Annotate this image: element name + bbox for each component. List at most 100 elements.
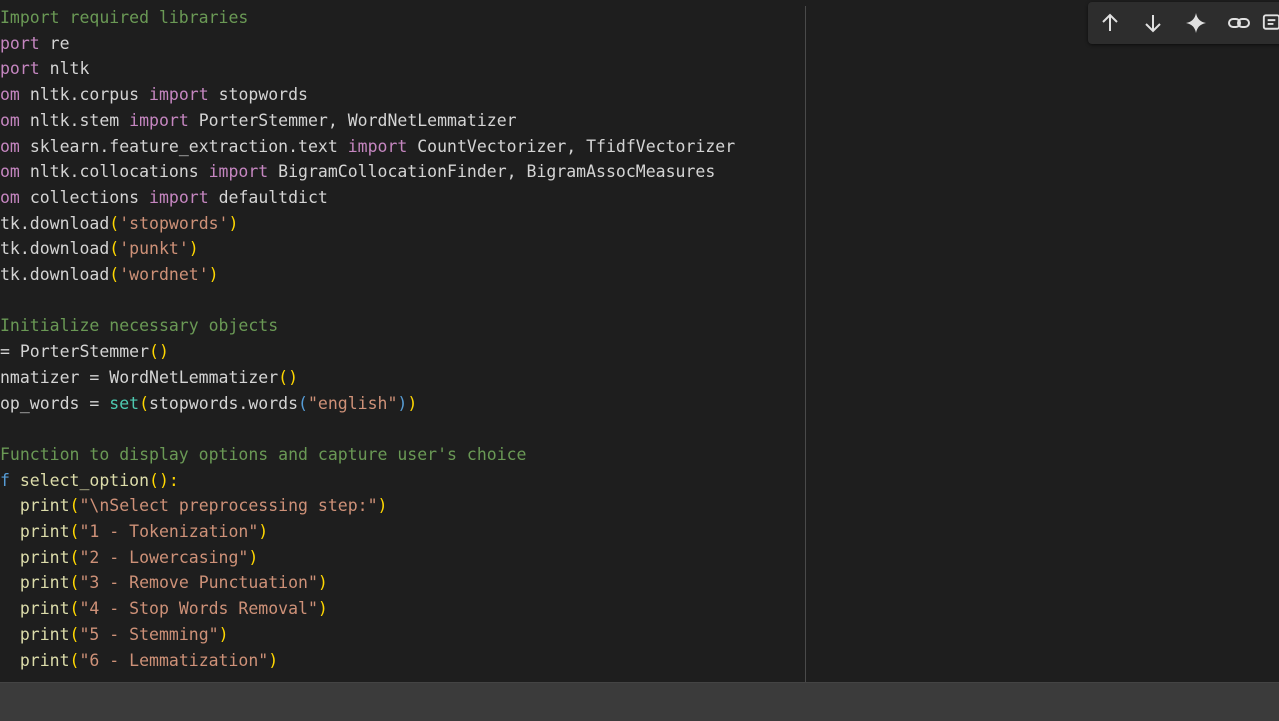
code-token: import — [347, 136, 418, 156]
output-pane — [806, 0, 1279, 682]
code-token: "6 - Lemmatization" — [79, 650, 269, 670]
code-token: "4 - Stop Words Removal" — [79, 599, 318, 619]
move-up-button[interactable] — [1090, 2, 1130, 44]
code-token: stopwords.words — [149, 393, 299, 413]
code-token: ) — [228, 213, 239, 233]
code-token: ) — [188, 239, 199, 259]
code-line: tk.download('punkt') — [0, 236, 199, 262]
code-token: ) — [248, 547, 259, 567]
code-token: 'wordnet' — [119, 265, 209, 284]
code-token: Import required libraries — [0, 8, 249, 27]
code-token: ( — [139, 393, 150, 413]
code-line: Function to display options and capture … — [0, 442, 527, 468]
code-line: print("\nSelect preprocessing step:") — [0, 493, 388, 519]
code-token: "1 - Tokenization" — [79, 522, 259, 541]
code-line: print("1 - Tokenization") — [0, 519, 268, 545]
code-token: ( — [69, 599, 80, 619]
code-token: collections — [29, 187, 150, 207]
code-line: print("5 - Stemming") — [0, 622, 229, 648]
move-down-button[interactable] — [1133, 2, 1173, 44]
code-token: ( — [69, 522, 80, 541]
code-token: op_words = — [0, 393, 110, 413]
code-token: import — [208, 162, 279, 182]
ai-sparkle-button[interactable] — [1176, 2, 1216, 44]
code-token: "3 - Remove Punctuation" — [79, 573, 318, 593]
arrow-up-icon — [1102, 13, 1118, 31]
code-token: print — [0, 547, 70, 567]
code-token: "5 - Stemming" — [79, 624, 219, 644]
code-token: "\nSelect preprocessing step:" — [79, 496, 378, 516]
code-token: print — [0, 573, 70, 593]
code-token: () — [278, 367, 299, 387]
code-token: om — [0, 110, 30, 130]
code-token: PorterStemmer, WordNetLemmatizer — [198, 110, 517, 130]
code-token: ( — [109, 213, 120, 233]
code-token: ) — [377, 496, 388, 516]
code-token: ( — [69, 547, 80, 567]
code-line: print("4 - Stop Words Removal") — [0, 596, 328, 622]
arrow-down-icon — [1145, 15, 1161, 33]
code-token: om — [0, 136, 30, 156]
code-token: om — [0, 162, 30, 182]
code-token: ( — [109, 239, 120, 259]
code-token: "english" — [307, 393, 398, 413]
code-token: tk.download — [0, 265, 110, 284]
code-token: re — [49, 33, 70, 53]
code-token: defaultdict — [218, 187, 328, 207]
code-line: om nltk.corpus import stopwords — [0, 82, 308, 108]
link-button[interactable] — [1219, 2, 1259, 44]
bottom-status-bar — [0, 682, 1279, 721]
code-token: Initialize necessary objects — [0, 316, 279, 336]
code-token: tk.download — [0, 213, 110, 233]
code-token: ( — [69, 650, 80, 670]
cell-toolbar — [1088, 2, 1279, 44]
code-token: nltk.collocations — [29, 162, 209, 182]
code-line: om sklearn.feature_extraction.text impor… — [0, 134, 735, 160]
code-line: tk.download('stopwords') — [0, 211, 238, 237]
code-token: 'punkt' — [119, 239, 189, 259]
code-line: port re — [0, 31, 70, 57]
code-token: ( — [109, 265, 120, 284]
code-line: om nltk.stem import PorterStemmer, WordN… — [0, 108, 517, 134]
code-cell-editor[interactable]: Import required libraries port re port nlt… — [0, 0, 806, 682]
code-token: = PorterStemmer — [0, 342, 150, 362]
code-line: tk.download('wordnet') — [0, 262, 219, 288]
code-token: import — [129, 110, 199, 130]
sparkle-icon — [1186, 13, 1206, 33]
code-token: port — [0, 59, 50, 79]
code-token: ) — [218, 624, 229, 644]
code-token: om — [0, 85, 30, 105]
code-token: (): — [149, 470, 179, 490]
code-token: ) — [317, 599, 328, 619]
code-token: import — [149, 85, 219, 105]
code-token: set — [109, 393, 140, 413]
code-line: print("3 - Remove Punctuation") — [0, 570, 328, 596]
code-line: op_words = set(stopwords.words("english"… — [0, 391, 417, 417]
code-token: BigramCollocationFinder, BigramAssocMeas… — [278, 162, 716, 182]
code-line: nmatizer = WordNetLemmatizer() — [0, 365, 298, 391]
code-token: "2 - Lowercasing" — [79, 547, 249, 567]
code-token: nmatizer = WordNetLemmatizer — [0, 367, 279, 387]
code-token: ) — [407, 393, 418, 413]
code-token: CountVectorizer, TfidfVectorizer — [417, 136, 736, 156]
code-line: Import required libraries — [0, 5, 248, 31]
code-token: print — [0, 599, 70, 619]
link-icon — [1228, 18, 1250, 28]
code-token: ( — [69, 496, 80, 516]
code-token: om — [0, 187, 30, 207]
code-token: f — [0, 470, 20, 490]
code-token: import — [149, 187, 219, 207]
more-button[interactable] — [1260, 2, 1279, 44]
code-line: = PorterStemmer() — [0, 339, 169, 365]
code-token: nltk.stem — [29, 110, 130, 130]
code-token: print — [0, 650, 70, 670]
code-token: tk.download — [0, 239, 110, 259]
code-line: port nltk — [0, 56, 89, 82]
code-token: print — [0, 496, 70, 516]
code-token: stopwords — [218, 85, 308, 105]
code-line: f select_option(): — [0, 468, 179, 494]
code-token: ) — [268, 650, 279, 670]
comment-icon — [1262, 14, 1279, 30]
code-line: om collections import defaultdict — [0, 185, 328, 211]
code-token: 'stopwords' — [119, 213, 229, 233]
